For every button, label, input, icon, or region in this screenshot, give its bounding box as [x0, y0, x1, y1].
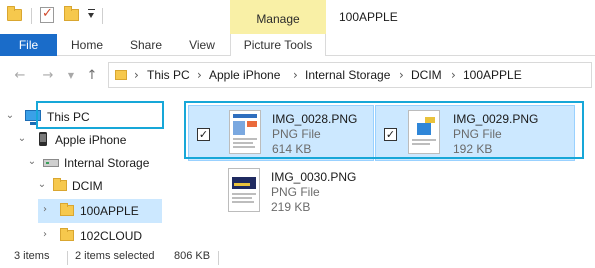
folder-icon: [115, 70, 127, 80]
tree-item-label: Internal Storage: [64, 156, 150, 170]
chevron-right-icon[interactable]: ›: [399, 68, 404, 82]
tab-picture-tools[interactable]: Picture Tools: [230, 34, 326, 56]
folder-icon: [60, 228, 74, 241]
breadcrumb-100apple[interactable]: 100APPLE: [463, 68, 522, 82]
highlight-frame: [184, 101, 584, 159]
chevron-right-icon[interactable]: ›: [40, 229, 50, 240]
chevron-down-icon[interactable]: ⌄: [27, 156, 37, 167]
breadcrumb-apple-iphone[interactable]: Apple iPhone: [209, 68, 280, 82]
chevron-right-icon[interactable]: ›: [293, 68, 298, 82]
recent-locations-chevron-icon[interactable]: ▼: [66, 68, 76, 84]
file-item[interactable]: IMG_0030.PNG PNG File 219 KB: [188, 164, 374, 220]
selected-size: 806 KB: [174, 250, 211, 262]
folder-icon: [53, 178, 67, 191]
breadcrumb-this-pc[interactable]: This PC: [147, 68, 190, 82]
manage-context-tab[interactable]: Manage: [230, 0, 326, 34]
tab-home[interactable]: Home: [60, 34, 114, 56]
navigation-row: ← → ▼ ↑ › This PC › Apple iPhone › Inter…: [0, 56, 595, 96]
file-type: PNG File: [271, 185, 320, 199]
address-bar[interactable]: › This PC › Apple iPhone › Internal Stor…: [108, 62, 592, 88]
folder-icon[interactable]: [7, 6, 22, 21]
toolbar-divider: [102, 8, 103, 24]
image-thumbnail: [228, 168, 260, 212]
chevron-right-icon[interactable]: ›: [197, 68, 202, 82]
properties-icon[interactable]: [40, 6, 54, 23]
tab-file[interactable]: File: [0, 34, 57, 56]
chevron-right-icon[interactable]: ›: [451, 68, 456, 82]
window-title: 100APPLE: [339, 10, 398, 24]
chevron-down-icon[interactable]: ⌄: [5, 110, 15, 121]
forward-arrow-icon[interactable]: →: [40, 68, 56, 84]
tree-item-label: Apple iPhone: [55, 133, 127, 147]
manage-label: Manage: [256, 12, 300, 26]
file-size: 219 KB: [271, 200, 311, 214]
file-name: IMG_0030.PNG: [271, 170, 357, 184]
new-folder-icon[interactable]: [64, 6, 79, 21]
tree-item-label: 100APPLE: [80, 204, 139, 218]
tree-item-102cloud[interactable]: › 102CLOUD: [0, 225, 178, 247]
chevron-right-icon[interactable]: ›: [40, 204, 50, 215]
status-divider: [218, 251, 219, 265]
highlight-frame: [36, 101, 164, 129]
tree-item-label: 102CLOUD: [80, 229, 143, 243]
ribbon-tabs: File Home Share View Picture Tools: [0, 34, 595, 56]
tree-item-apple-iphone[interactable]: ⌄ Apple iPhone: [0, 129, 178, 151]
drive-icon: [43, 159, 59, 167]
tab-view[interactable]: View: [178, 34, 226, 56]
tree-item-100apple[interactable]: › 100APPLE: [38, 199, 162, 223]
folder-icon: [60, 203, 74, 216]
tree-item-internal-storage[interactable]: ⌄ Internal Storage: [0, 152, 178, 174]
breadcrumb-dcim[interactable]: DCIM: [411, 68, 442, 82]
toolbar-divider: [31, 8, 32, 24]
item-count: 3 items: [14, 250, 50, 262]
status-bar: 3 items 2 items selected 806 KB: [0, 248, 595, 268]
chevron-right-icon[interactable]: ›: [134, 68, 139, 82]
up-arrow-icon[interactable]: ↑: [84, 68, 100, 84]
tree-item-label: DCIM: [72, 179, 103, 193]
status-divider: [67, 251, 68, 265]
phone-icon: [39, 132, 47, 146]
chevron-down-icon[interactable]: ⌄: [37, 179, 47, 190]
chevron-down-icon[interactable]: ⌄: [17, 133, 27, 144]
breadcrumb-internal-storage[interactable]: Internal Storage: [305, 68, 390, 82]
customize-quick-access-icon[interactable]: [88, 9, 95, 19]
selected-count: 2 items selected: [75, 250, 155, 262]
title-bar: Manage 100APPLE: [0, 0, 595, 34]
tab-share[interactable]: Share: [120, 34, 172, 56]
back-arrow-icon[interactable]: ←: [12, 68, 28, 84]
tree-item-dcim[interactable]: ⌄ DCIM: [0, 175, 178, 197]
